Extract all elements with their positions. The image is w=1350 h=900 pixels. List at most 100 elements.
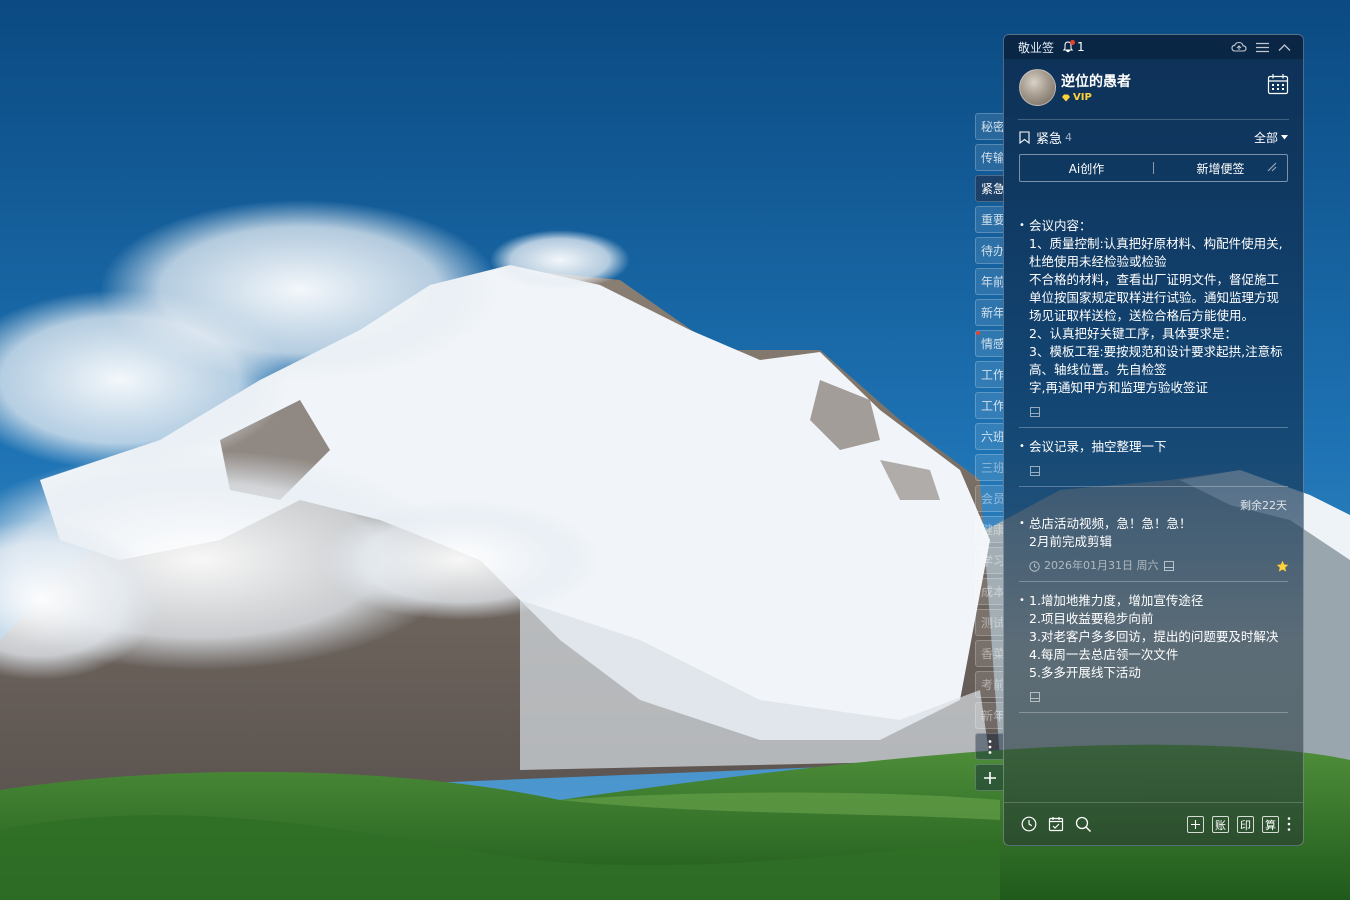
bottom-toolbar: 账 印 算 [1004,802,1303,845]
bullet-dot: • [1019,220,1025,231]
note-type-icon [1030,407,1040,417]
vip-badge: VIP [1061,92,1092,103]
note-divider [1019,427,1288,428]
reminder-date: 2026年01月31日 周六 [1044,559,1159,572]
menu-icon[interactable] [1256,42,1269,53]
ai-create-button[interactable]: Ai创作 [1020,160,1153,177]
side-tab[interactable]: 情感 [975,330,1003,357]
side-tab[interactable]: 紧急 [975,175,1005,202]
diamond-icon [1062,94,1070,101]
side-tab-label: 考前 [981,678,1003,692]
side-tab[interactable]: 工作 [975,392,1003,419]
note-item[interactable]: • 会议内容： 1、质量控制:认真把好原材料、构配件使用关,杜绝使用未经检验或检… [1004,217,1303,423]
side-tab-label: 秘密 [981,120,1003,134]
filter-dropdown[interactable]: 全部 [1254,129,1288,146]
reminder-meta: 2026年01月31日 周六 [1029,557,1175,575]
side-tab[interactable]: 重要 [975,206,1003,233]
task-check-icon[interactable] [1048,816,1064,832]
side-tab[interactable]: 六班 [975,423,1003,450]
vip-label: VIP [1073,92,1092,103]
notification-dot [1070,40,1076,45]
side-tab-label: 六班 [981,430,1003,444]
side-tab-label: 重要 [981,213,1003,227]
note-line: 5.多多开展线下活动 [1029,665,1141,680]
side-tab[interactable]: 学习 [975,547,1003,574]
category-side-tabs: 秘密 传输 紧急 重要 待办 年前 新年 情感 工作 工作 六班 三班 会员 健康 学习 成本 测试 香菜 考前 新年 [975,113,1005,795]
note-type-icon [1030,466,1040,476]
side-tab[interactable]: 传输 [975,144,1003,171]
note-divider [1019,486,1288,487]
side-tab[interactable]: 待办 [975,237,1003,264]
note-line: 字,再通知甲方和监理方验收签证 [1029,380,1208,395]
side-tab[interactable]: 测试 [975,609,1003,636]
side-tab[interactable]: 新年 [975,299,1003,326]
more-categories-button[interactable] [975,733,1003,760]
note-type-icon [1163,561,1174,571]
notification-bell-icon[interactable] [1062,40,1076,53]
note-footer [1029,686,1283,708]
side-tab[interactable]: 新年 [975,702,1003,729]
bullet-dot: • [1019,595,1025,606]
clock-icon [1029,560,1040,572]
search-icon[interactable] [1075,816,1092,833]
filter-label: 全部 [1253,130,1278,145]
side-tab[interactable]: 三班 [975,454,1003,481]
add-button[interactable] [1187,815,1204,833]
note-line: 不合格的材料，查看出厂证明文件，督促施工单位按国家规定取样进行试验。通知监理方现… [1029,272,1280,323]
side-tab-label: 工作 [981,399,1003,413]
side-tab-label: 紧急 [981,182,1005,196]
side-tab-label: 年前 [981,275,1003,289]
side-tab[interactable]: 成本 [975,578,1003,605]
side-tab[interactable]: 工作 [975,361,1003,388]
new-note-button[interactable]: 新增便签 [1154,160,1287,177]
side-tab[interactable]: 会员 [975,485,1003,512]
note-item[interactable]: • 1.增加地推力度，增加宣传途径 2.项目收益要稳步向前 3.对老客户多多回访… [1004,592,1303,708]
clock-icon[interactable] [1021,816,1037,832]
title-bar[interactable]: 敬业签 1 [1004,35,1303,59]
note-line: 会议内容： [1029,218,1092,233]
side-tab-label: 新年 [981,306,1003,320]
drag-handle-icon[interactable] [1267,162,1277,172]
side-tab-label: 会员 [981,492,1003,506]
plus-icon [1191,819,1200,829]
side-tab[interactable]: 秘密 [975,113,1003,140]
note-divider [1019,581,1288,582]
note-item[interactable]: 剩余22天 • 总店活动视频，急！急！急！ 2月前完成剪辑 2026年01月31… [1004,497,1303,577]
action-bar: Ai创作 新增便签 [1019,154,1288,182]
side-tab-label: 成本 [981,585,1003,599]
side-tab-label: 新年 [981,709,1003,723]
note-content: 会议内容： 1、质量控制:认真把好原材料、构配件使用关,杜绝使用未经检验或检验 … [1029,217,1283,397]
new-note-label: 新增便签 [1196,161,1245,176]
calculator-button[interactable]: 算 [1262,815,1279,833]
side-tab[interactable]: 考前 [975,671,1003,698]
note-line: 2、认真把好关键工序，具体要求是： [1029,326,1237,341]
note-footer [1029,460,1283,482]
more-vertical-icon[interactable] [1287,816,1291,832]
side-tab-label: 学习 [981,554,1003,568]
account-button[interactable]: 账 [1212,815,1229,833]
side-tab[interactable]: 香菜 [975,640,1003,667]
collapse-chevron-icon[interactable] [1278,43,1291,52]
note-line: 2月前完成剪辑 [1029,534,1112,549]
side-tab-label: 测试 [981,616,1003,630]
note-line: 2.项目收益要稳步向前 [1029,611,1154,626]
note-line: 3.对老客户多多回访，提出的问题要及时解决 [1029,629,1279,644]
add-category-button[interactable] [975,764,1003,791]
note-item[interactable]: • 会议记录，抽空整理一下 [1004,438,1303,482]
user-profile: 逆位的愚者 VIP [1004,59,1303,119]
side-tab[interactable]: 健康 [975,516,1003,543]
note-line: 会议记录，抽空整理一下 [1029,439,1167,454]
note-footer: 2026年01月31日 周六 [1029,555,1289,577]
avatar[interactable] [1019,69,1056,106]
sticky-note-panel: 敬业签 1 逆位的愚者 VIP 紧急 4 全部 Ai创作 新增便签 • 会议内容… [1003,34,1304,846]
note-type-icon [1030,692,1040,702]
note-divider [1019,712,1288,713]
side-tab-label: 待办 [981,244,1003,258]
side-tab[interactable]: 年前 [975,268,1003,295]
bookmark-icon [1019,130,1030,144]
cloud-sync-icon[interactable] [1231,41,1247,53]
calendar-icon[interactable] [1267,73,1289,95]
side-tab-label: 健康 [981,523,1003,537]
star-icon[interactable] [1276,560,1289,573]
print-button[interactable]: 印 [1237,815,1254,833]
